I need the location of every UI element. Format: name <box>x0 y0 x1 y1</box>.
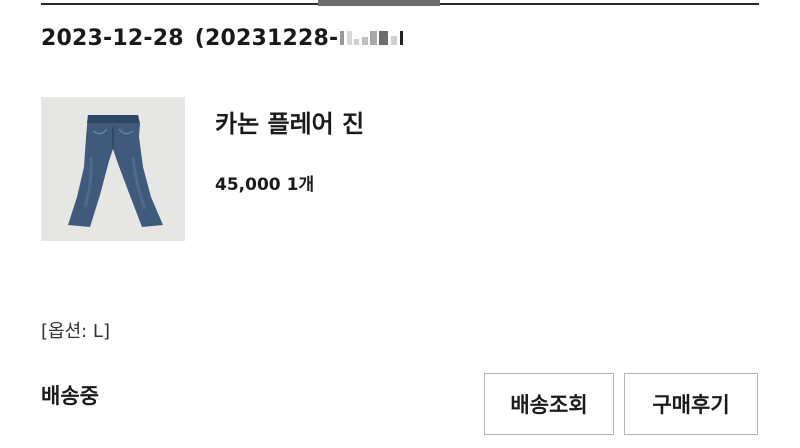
purchase-review-button[interactable]: 구매후기 <box>624 373 758 435</box>
order-date: 2023-12-28 <box>41 25 184 51</box>
product-option: [옵션: L] <box>41 321 110 342</box>
product-image[interactable] <box>41 97 185 241</box>
order-number: (20231228- <box>195 26 404 51</box>
track-delivery-button[interactable]: 배송조회 <box>484 373 614 435</box>
product-quantity: 1개 <box>286 175 315 195</box>
shipping-status: 배송중 <box>41 384 99 408</box>
order-header: 2023-12-28 (20231228- <box>41 22 404 54</box>
order-detail-card: 2023-12-28 (20231228- 카논 플레어 진 45,000 1개… <box>0 0 800 448</box>
product-name[interactable]: 카논 플레어 진 <box>215 104 364 139</box>
price-quantity: 45,000 1개 <box>215 170 314 195</box>
product-price: 45,000 <box>215 175 281 195</box>
drag-handle[interactable] <box>318 0 440 6</box>
jeans-photo-icon <box>41 97 185 241</box>
order-number-prefix: (20231228- <box>194 25 339 51</box>
order-number-mask <box>340 27 404 49</box>
